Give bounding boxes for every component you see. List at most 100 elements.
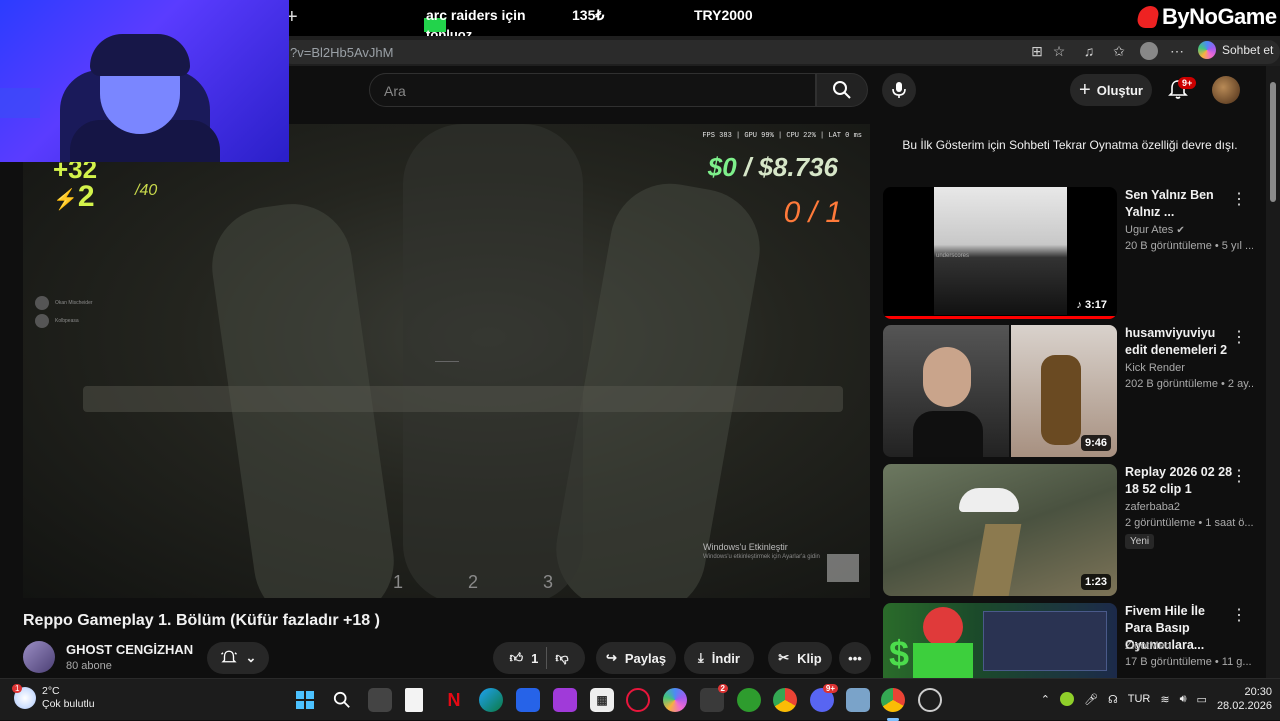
- killfeed-name: Kolbpeasa: [55, 318, 79, 324]
- taskbar-search-icon[interactable]: [330, 688, 354, 712]
- ticker-currency-price: TRY2000: [694, 7, 753, 23]
- recommendation-channel: ZigotMen: [1125, 640, 1171, 652]
- thumbs-down-icon: 👎︎: [555, 650, 569, 665]
- xbox-game-icon[interactable]: [737, 688, 761, 712]
- crosshair-icon: [435, 352, 459, 362]
- recommendation-item[interactable]: 9:46 husamviyuviyu edit denemeleri 2 Kic…: [883, 325, 1257, 457]
- hud-armor-max: /40: [135, 182, 158, 199]
- video-player[interactable]: +32 ⚡2 /40 FPS 383 | GPU 99% | CPU 22% |…: [23, 124, 870, 598]
- search-input[interactable]: Ara: [369, 73, 816, 107]
- more-actions-button[interactable]: •••: [839, 642, 871, 674]
- recommendation-channel: Ugur Ates ✔: [1125, 224, 1185, 236]
- webcam-person-hair: [90, 34, 190, 76]
- recommendation-thumbnail[interactable]: 9:46: [883, 325, 1117, 457]
- voice-search-button[interactable]: [882, 73, 916, 107]
- plus-icon: +: [1079, 78, 1091, 101]
- wifi-icon[interactable]: ≋: [1160, 693, 1169, 706]
- tray-headset-icon[interactable]: ☊: [1108, 693, 1118, 706]
- recommendation-item[interactable]: underscores ♪ 3:17 Sen Yalnız Ben Yalnız…: [883, 187, 1257, 319]
- streamer-logo-icon: [827, 554, 859, 582]
- thumbnail-face: [923, 347, 971, 407]
- profile-icon[interactable]: [1140, 42, 1158, 60]
- recommendation-thumbnail[interactable]: underscores ♪ 3:17: [883, 187, 1117, 319]
- recommendation-title[interactable]: husamviyuviyu edit denemeleri 2: [1125, 325, 1235, 359]
- search-button[interactable]: [816, 73, 868, 107]
- task-view-icon[interactable]: [368, 688, 392, 712]
- store-icon[interactable]: ▦: [590, 688, 614, 712]
- scrollbar-thumb[interactable]: [1270, 82, 1276, 202]
- discord-icon[interactable]: 9+: [810, 684, 838, 712]
- clip-button[interactable]: ✂ Klip: [768, 642, 832, 674]
- share-button[interactable]: ↪ Paylaş: [596, 642, 676, 674]
- bynogame-wordmark: ByNoGame: [1162, 4, 1277, 29]
- like-divider: [546, 647, 548, 669]
- chevron-down-icon: ⌄: [245, 650, 257, 665]
- language-indicator[interactable]: TUR: [1128, 693, 1151, 705]
- scene-beam: [83, 386, 843, 412]
- killfeed-name: Okan Mischeider: [55, 300, 93, 306]
- new-badge: Yeni: [1125, 534, 1155, 549]
- url-field[interactable]: ?v=Bl2Hb5AvJhM: [280, 40, 1280, 64]
- netflix-icon[interactable]: N: [442, 688, 466, 712]
- activation-title: Windows'u Etkinleştir: [703, 542, 788, 552]
- volume-icon[interactable]: 🔊︎: [1180, 693, 1187, 706]
- channel-avatar[interactable]: [23, 641, 55, 673]
- player-avatar-icon: [35, 314, 49, 328]
- create-button[interactable]: + Oluştur: [1070, 74, 1152, 106]
- recommendation-item[interactable]: 1:23 Replay 2026 02 28 18 52 clip 1 zafe…: [883, 464, 1257, 596]
- media-control-icon[interactable]: ♫: [1080, 42, 1098, 60]
- network-app-icon[interactable]: [846, 688, 870, 712]
- account-avatar[interactable]: [1212, 76, 1240, 104]
- clock[interactable]: 20:30 28.02.2026: [1217, 685, 1272, 713]
- discord-badge: 9+: [822, 684, 838, 693]
- recommendation-title[interactable]: Replay 2026 02 28 18 52 clip 1: [1125, 464, 1235, 498]
- app-available-icon[interactable]: ⊞: [1028, 42, 1046, 60]
- clock-date: 28.02.2026: [1216, 700, 1272, 712]
- app-blue-icon[interactable]: [516, 688, 540, 712]
- subscription-bell-button[interactable]: ⌄: [207, 642, 269, 674]
- create-label: Oluştur: [1096, 82, 1143, 98]
- file-icon[interactable]: [405, 688, 423, 712]
- hud-money-left: $0: [707, 152, 737, 182]
- recommendation-thumbnail[interactable]: $: [883, 603, 1117, 678]
- search-placeholder: Ara: [384, 83, 406, 99]
- download-button[interactable]: ⤓ İndir: [684, 642, 754, 674]
- tray-app-icon[interactable]: [1060, 692, 1075, 706]
- favorite-star-icon[interactable]: ☆: [1050, 42, 1068, 60]
- weather-widget[interactable]: 1 2°C Çok bulutlu: [12, 684, 95, 711]
- recommendation-item[interactable]: $ Fivem Hile İle Para Basıp Oyunculara..…: [883, 603, 1257, 678]
- tray-mic-icon[interactable]: 🎤︎: [1084, 693, 1098, 706]
- xbox-icon[interactable]: 2: [700, 684, 728, 712]
- player-avatar-icon: [35, 296, 49, 310]
- thumbnail-image: underscores: [934, 187, 1067, 315]
- more-vertical-icon[interactable]: ⋮: [1231, 327, 1247, 347]
- start-button[interactable]: [293, 688, 317, 712]
- more-vertical-icon[interactable]: ⋮: [1231, 466, 1247, 486]
- dislike-button[interactable]: 👎︎: [555, 650, 568, 666]
- copilot-button[interactable]: Sohbet et: [1198, 41, 1273, 59]
- favorites-list-icon[interactable]: ✩: [1110, 42, 1128, 60]
- clip-label: Klip: [797, 650, 822, 666]
- page-scrollbar[interactable]: [1266, 66, 1280, 678]
- chat-replay-notice: Bu İlk Gösterim için Sohbeti Tekrar Oyna…: [902, 138, 1238, 152]
- recommendation-thumbnail[interactable]: 1:23: [883, 464, 1117, 596]
- more-vertical-icon[interactable]: ⋮: [1231, 189, 1247, 209]
- chrome-active-icon[interactable]: [881, 688, 905, 712]
- more-vertical-icon[interactable]: ⋮: [1231, 605, 1247, 625]
- weapon-slots: 1 2 3: [393, 572, 584, 592]
- video-duration: ♪ 3:17: [1072, 297, 1111, 313]
- tray-overflow-icon[interactable]: ⌃: [1041, 693, 1050, 706]
- more-menu-icon[interactable]: ⋯: [1168, 42, 1186, 60]
- edge-icon[interactable]: [479, 688, 503, 712]
- copilot-taskbar-icon[interactable]: [663, 688, 687, 712]
- battery-icon[interactable]: ▭: [1197, 693, 1207, 706]
- hud-money: $0 / $8.736: [708, 152, 838, 183]
- recommendation-title[interactable]: Sen Yalnız Ben Yalnız ...: [1125, 187, 1235, 221]
- record-app-icon[interactable]: [918, 688, 942, 712]
- opera-icon[interactable]: [626, 688, 650, 712]
- channel-name[interactable]: GHOST CENGİZHAN: [66, 642, 193, 657]
- hud-perf-stats: FPS 383 | GPU 99% | CPU 22% | LAT 0 ms: [702, 132, 862, 140]
- like-button[interactable]: 👍︎ 1: [509, 650, 538, 666]
- app-purple-icon[interactable]: [553, 688, 577, 712]
- chrome-icon[interactable]: [773, 688, 797, 712]
